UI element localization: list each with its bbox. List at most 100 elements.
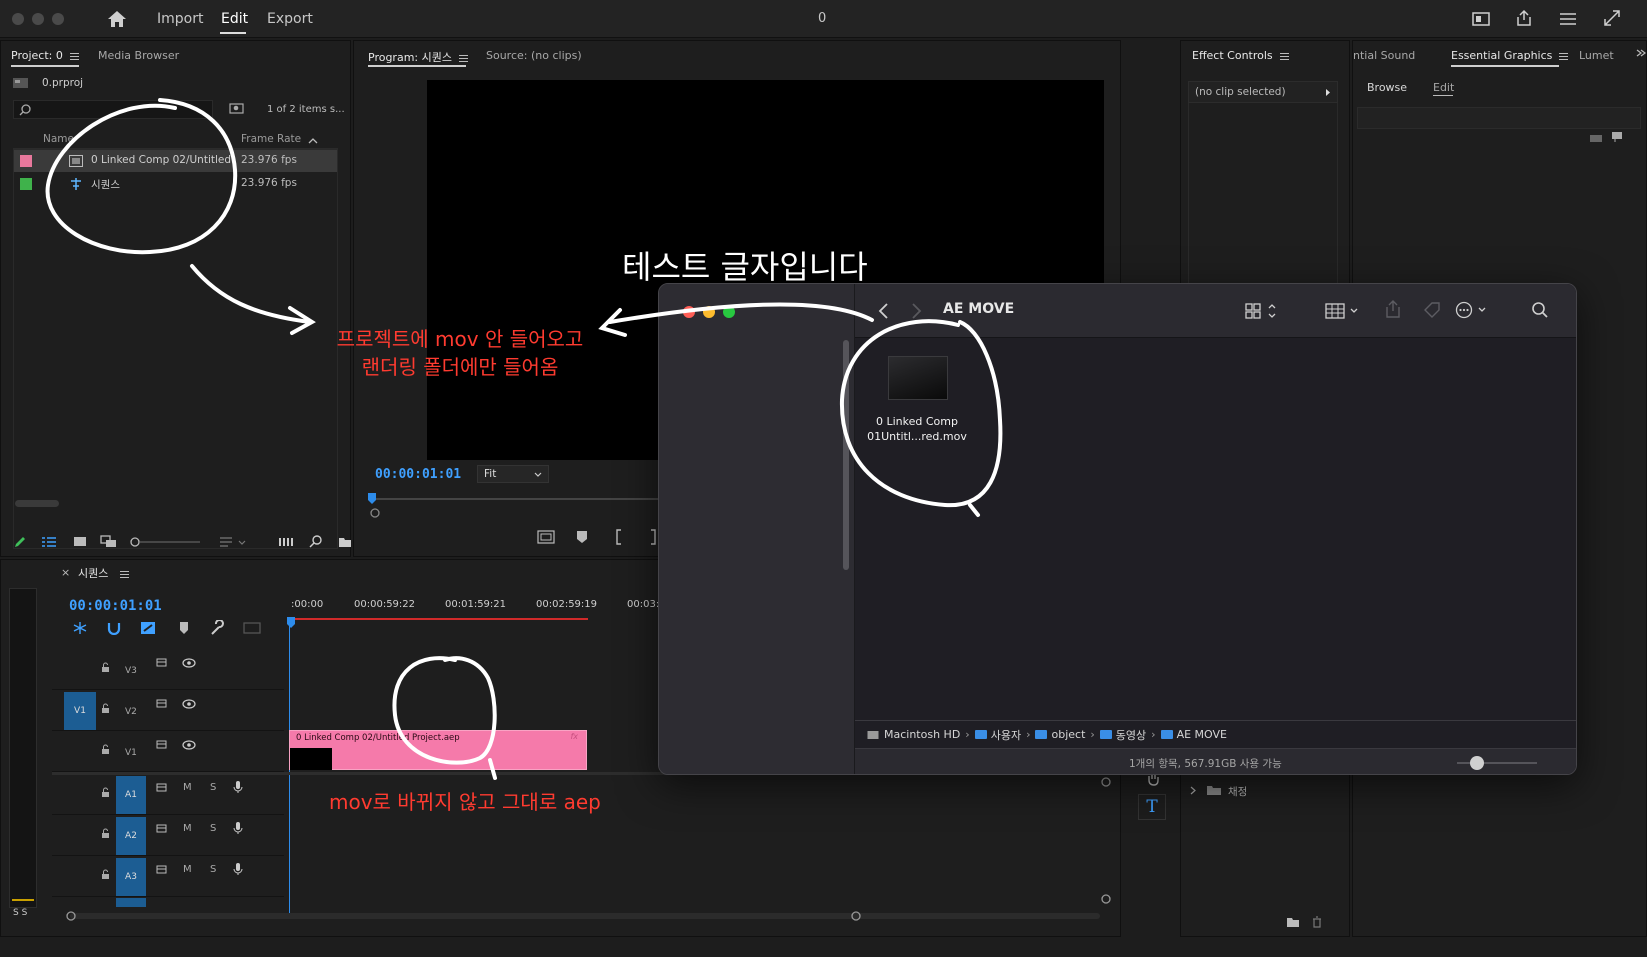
sync-lock-icon[interactable] bbox=[156, 740, 168, 750]
tab-sequence[interactable]: 시퀀스 bbox=[78, 565, 130, 581]
tab-program[interactable]: Program: 시퀀스 bbox=[368, 49, 468, 65]
file-thumbnail[interactable] bbox=[888, 356, 948, 400]
microphone-icon[interactable] bbox=[233, 821, 243, 835]
close-sequence-icon[interactable]: × bbox=[61, 566, 70, 579]
label-color-chip[interactable] bbox=[20, 178, 32, 190]
freeform-view-icon[interactable] bbox=[100, 535, 118, 549]
add-marker-icon[interactable] bbox=[179, 621, 189, 635]
share-icon[interactable] bbox=[1385, 299, 1401, 319]
panel-menu-icon[interactable] bbox=[69, 52, 79, 60]
track-header-a3[interactable]: A3 M S bbox=[52, 857, 284, 897]
timeline-horizontal-scrollbar[interactable] bbox=[70, 913, 1100, 919]
captions-icon[interactable] bbox=[243, 622, 261, 634]
track-header-a1[interactable]: A1 M S bbox=[52, 775, 284, 815]
automate-to-sequence-icon[interactable] bbox=[278, 536, 294, 548]
sync-lock-icon[interactable] bbox=[156, 699, 168, 709]
tab-media-browser[interactable]: Media Browser bbox=[98, 49, 179, 62]
monitor-scrub-bar[interactable] bbox=[371, 498, 661, 500]
panel-menu-icon[interactable] bbox=[120, 570, 130, 578]
finder-window[interactable]: AE MOVE 0 Linked Comp 01Untitl...red.mov… bbox=[658, 283, 1577, 775]
search-icon[interactable] bbox=[1531, 301, 1549, 319]
chevron-right-icon[interactable] bbox=[1190, 786, 1196, 795]
mark-out-icon[interactable] bbox=[648, 529, 658, 545]
menu-import[interactable]: Import bbox=[157, 11, 203, 27]
quick-settings-icon[interactable] bbox=[1559, 11, 1577, 27]
panel-menu-icon[interactable] bbox=[1559, 52, 1569, 60]
horizontal-scrollbar[interactable] bbox=[15, 500, 59, 507]
new-folder-icon[interactable] bbox=[1286, 916, 1300, 928]
playhead-marker[interactable] bbox=[286, 617, 296, 629]
menu-export[interactable]: Export bbox=[267, 11, 313, 27]
trash-icon[interactable] bbox=[1311, 916, 1323, 928]
subtab-browse[interactable]: Browse bbox=[1367, 81, 1407, 94]
icon-view-icon[interactable] bbox=[73, 536, 87, 548]
nest-icon[interactable] bbox=[72, 621, 88, 635]
wrench-icon[interactable] bbox=[209, 620, 225, 636]
lock-icon[interactable] bbox=[101, 744, 110, 755]
forward-icon[interactable] bbox=[911, 302, 923, 320]
fullscreen-icon[interactable] bbox=[1604, 10, 1620, 26]
sync-lock-icon[interactable] bbox=[156, 783, 168, 793]
tab-essential-graphics[interactable]: Essential Graphics bbox=[1451, 49, 1569, 62]
eye-icon[interactable] bbox=[182, 699, 196, 709]
path-segment[interactable]: AE MOVE bbox=[1177, 728, 1227, 741]
sync-lock-icon[interactable] bbox=[156, 658, 168, 668]
scroll-handle-right[interactable] bbox=[850, 910, 862, 922]
path-segment[interactable]: 동영상 bbox=[1116, 727, 1146, 743]
find-icon[interactable] bbox=[309, 535, 323, 549]
lock-icon[interactable] bbox=[101, 703, 110, 714]
track-header-v3[interactable]: V3 bbox=[52, 650, 284, 690]
zoom-scroll-handle[interactable] bbox=[369, 507, 381, 519]
path-segment[interactable]: 사용자 bbox=[991, 727, 1021, 743]
timeline-clip[interactable]: 0 Linked Comp 02/Untitled Project.aep fx bbox=[289, 730, 587, 770]
label-color-chip[interactable] bbox=[20, 155, 32, 167]
eye-icon[interactable] bbox=[182, 658, 196, 668]
mute-button[interactable]: M bbox=[183, 823, 192, 834]
more-actions-icon[interactable] bbox=[1455, 301, 1491, 319]
solo-button[interactable]: S bbox=[210, 823, 216, 834]
finder-minimize-button[interactable] bbox=[703, 306, 715, 318]
safe-margins-icon[interactable] bbox=[537, 530, 555, 544]
path-segment[interactable]: Macintosh HD bbox=[884, 728, 960, 741]
tab-essential-sound[interactable]: ntial Sound bbox=[1353, 49, 1415, 62]
close-window-button[interactable] bbox=[12, 13, 24, 25]
linked-selection-icon[interactable] bbox=[140, 620, 156, 636]
clip-selector[interactable]: (no clip selected) bbox=[1188, 81, 1338, 103]
mute-button[interactable]: M bbox=[183, 782, 192, 793]
icon-size-slider[interactable] bbox=[1457, 762, 1537, 764]
lock-icon[interactable] bbox=[101, 869, 110, 880]
microphone-icon[interactable] bbox=[233, 780, 243, 794]
list-item[interactable]: 시퀀스 23.976 fps bbox=[13, 173, 338, 195]
layer-options-icon[interactable] bbox=[1611, 131, 1623, 143]
sync-lock-icon[interactable] bbox=[156, 865, 168, 875]
zoom-window-button[interactable] bbox=[52, 13, 64, 25]
vertical-scroll-handle-top[interactable] bbox=[1100, 776, 1112, 788]
search-input[interactable] bbox=[13, 100, 213, 119]
track-name[interactable]: A2 bbox=[116, 817, 146, 855]
track-header-a2[interactable]: A2 M S bbox=[52, 816, 284, 856]
track-name[interactable]: A1 bbox=[116, 776, 146, 814]
tab-lumetri[interactable]: Lumet bbox=[1579, 49, 1614, 62]
track-name[interactable]: A3 bbox=[116, 858, 146, 896]
timeline-timecode[interactable]: 00:00:01:01 bbox=[69, 598, 162, 614]
column-name[interactable]: Name bbox=[43, 133, 74, 145]
minimize-window-button[interactable] bbox=[32, 13, 44, 25]
program-timecode[interactable]: 00:00:01:01 bbox=[375, 467, 461, 482]
tab-project[interactable]: Project: 0 bbox=[11, 49, 79, 62]
share-icon[interactable] bbox=[1515, 9, 1533, 27]
playhead-marker[interactable] bbox=[367, 493, 377, 505]
list-item[interactable]: 0 Linked Comp 02/Untitled 23.976 fps bbox=[13, 150, 338, 172]
subtab-edit[interactable]: Edit bbox=[1433, 81, 1454, 94]
new-search-bin-icon[interactable] bbox=[229, 102, 245, 115]
new-layer-icon[interactable] bbox=[1589, 133, 1603, 143]
column-frame-rate[interactable]: Frame Rate bbox=[241, 133, 301, 145]
more-panels-icon[interactable] bbox=[1635, 48, 1647, 58]
list-view-icon[interactable] bbox=[41, 536, 57, 548]
sort-ascending-icon[interactable] bbox=[308, 137, 318, 144]
graphics-folder-row[interactable]: 채정 bbox=[1188, 781, 1338, 801]
solo-button[interactable]: S bbox=[210, 782, 216, 793]
zoom-slider[interactable] bbox=[130, 536, 202, 548]
track-name-a4-partial[interactable] bbox=[116, 898, 146, 907]
eye-icon[interactable] bbox=[182, 740, 196, 750]
type-tool-icon[interactable]: T bbox=[1138, 794, 1166, 820]
